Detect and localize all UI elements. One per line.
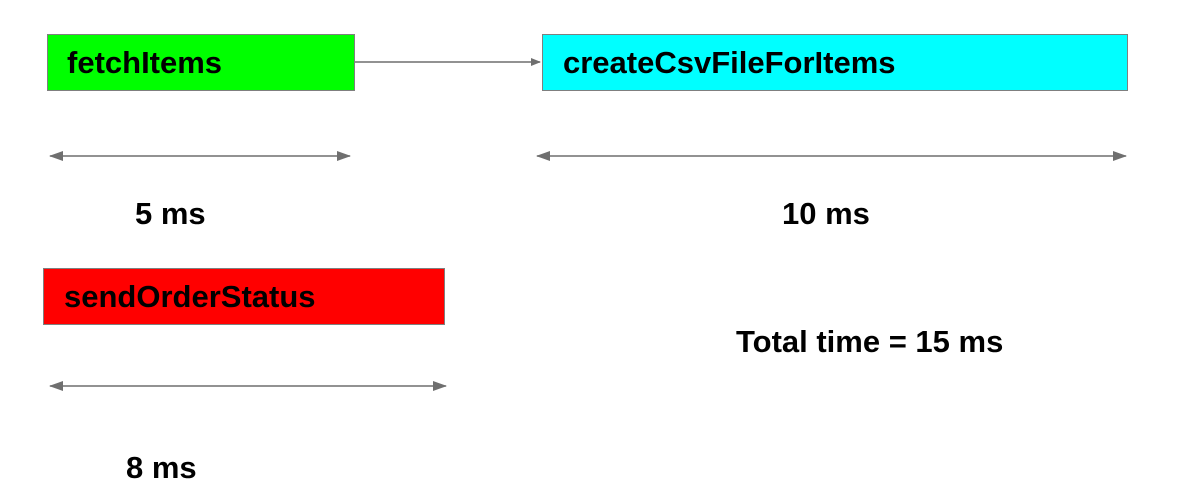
task-label-send-order-status: sendOrderStatus (64, 278, 316, 314)
duration-label-send-order-status: 8 ms (126, 450, 197, 485)
total-time-label: Total time = 15 ms (736, 324, 1004, 359)
duration-label-create-csv-file-for-items: 10 ms (782, 196, 870, 231)
task-label-create-csv-file-for-items: createCsvFileForItems (563, 44, 896, 80)
duration-label-fetch-items: 5 ms (135, 196, 206, 231)
task-label-fetch-items: fetchItems (67, 44, 223, 80)
task-box-create-csv-file-for-items: createCsvFileForItems (542, 34, 1128, 91)
task-box-fetch-items: fetchItems (47, 34, 355, 91)
task-box-send-order-status: sendOrderStatus (43, 268, 445, 325)
